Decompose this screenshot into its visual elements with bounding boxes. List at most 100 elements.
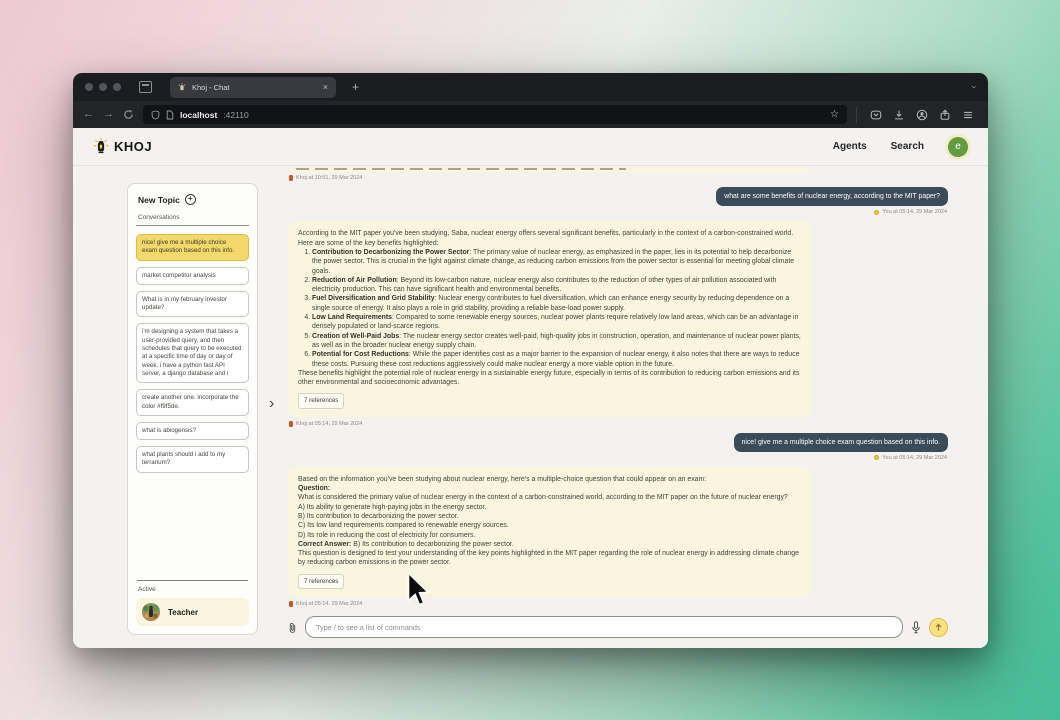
list-item: Contribution to Decarbonizing the Power … [312,248,801,276]
url-port: :42110 [223,110,248,120]
list-item: Potential for Cost Reductions: While the… [312,350,801,369]
message-outro: This question is designed to test your u… [298,549,801,568]
conversation-item[interactable]: i'm designing a system that takes a user… [136,323,249,383]
send-up-arrow-icon [934,623,943,632]
you-icon [874,455,879,460]
window-minimize-button[interactable] [99,83,107,91]
tab-khoj-chat[interactable]: Khoj - Chat × [170,77,336,98]
browser-toolbar: ← → localhost :42110 ☆ [73,101,988,128]
answer-line: Correct Answer: B) Its contribution to d… [298,540,801,549]
pocket-icon[interactable] [870,109,882,121]
teacher-avatar [142,603,160,621]
khoj-favicon-icon [178,83,186,92]
tab-close-icon[interactable]: × [323,82,328,92]
conversation-item[interactable]: What is in my february investor update? [136,291,249,318]
chat-area: Khoj at 10:51, 29 Mar 2024 what are some… [288,166,948,648]
khoj-logo[interactable]: KHOJ [93,138,152,155]
user-message: nice! give me a multiple choice exam que… [734,433,948,452]
tab-title: Khoj - Chat [192,83,317,92]
conversation-item[interactable]: what plants should i add to my terrarium… [136,446,249,473]
partial-khoj-message [288,168,811,172]
message-timestamp: Khoj at 10:51, 29 Mar 2024 [289,175,948,181]
toolbar-divider [856,107,857,123]
chat-input[interactable] [305,616,903,638]
microphone-icon[interactable] [911,621,921,634]
tab-strip: Khoj - Chat × + › [73,73,988,101]
tracking-protection-shield-icon[interactable] [151,110,160,120]
message-list: Khoj at 10:51, 29 Mar 2024 what are some… [288,168,948,613]
you-icon [874,210,879,215]
active-label: Active [138,586,247,593]
app-header: KHOJ Agents Search e [73,128,988,166]
user-avatar[interactable]: e [948,137,968,157]
chat-input-bar [288,613,948,648]
sidebar-collapse-chevron-icon[interactable]: › [269,396,274,412]
option: B) Its contribution to decarbonizing the… [298,512,801,521]
conversations-label: Conversations [136,214,249,226]
new-topic-plus-icon: + [185,194,196,205]
khoj-agent-icon [289,175,293,181]
active-agent-name: Teacher [168,608,198,617]
user-message: what are some benefits of nuclear energy… [716,187,948,206]
message-timestamp: You at 05:14, 29 Mar 2024 [874,209,947,215]
new-topic-label: New Topic [138,195,180,205]
message-intro: According to the MIT paper you've been s… [298,229,801,238]
list-item: Fuel Diversification and Grid Stability:… [312,294,801,313]
question-text: What is considered the primary value of … [298,493,801,502]
toolbar-right-icons [866,109,978,121]
forward-button[interactable]: → [103,109,114,120]
url-host: localhost [180,110,217,120]
list-item: Reduction of Air Pollution: Beyond its l… [312,276,801,295]
menu-icon[interactable] [962,109,974,121]
list-item: Creation of Well-Paid Jobs: The nuclear … [312,332,801,351]
tab-list-chevron-icon[interactable]: › [970,86,980,89]
message-intro: Based on the information you've been stu… [298,475,801,484]
account-icon[interactable] [916,109,928,121]
message-timestamp: You at 05:14, 29 Mar 2024 [874,455,947,461]
send-button[interactable] [929,618,948,637]
reload-button[interactable] [123,109,134,120]
back-button[interactable]: ← [83,109,94,120]
message-timestamp: Khoj at 05:14, 29 Mar 2024 [289,421,948,427]
conversation-item[interactable]: market competitor analysis [136,267,249,285]
references-button[interactable]: 7 references [298,574,344,589]
new-tab-button[interactable]: + [352,80,359,94]
sidebar-divider [137,580,248,581]
conversation-sidebar: New Topic + Conversations nice! give me … [127,183,258,635]
conversation-item[interactable]: nice! give me a multiple choice exam que… [136,234,249,261]
references-button[interactable]: 7 references [298,393,344,408]
message-outro: These benefits highlight the potential r… [298,369,801,388]
option: A) Its ability to generate high-paying j… [298,503,801,512]
download-icon[interactable] [893,109,905,121]
khoj-lantern-icon [93,138,109,155]
new-topic-button[interactable]: New Topic + [138,194,247,205]
option: D) Its role in reducing the cost of elec… [298,531,801,540]
khoj-message: According to the MIT paper you've been s… [288,221,811,416]
message-intro: Here are some of the key benefits highli… [298,239,801,248]
nav-agents[interactable]: Agents [833,141,867,152]
question-label: Question: [298,484,801,493]
page-info-icon[interactable] [166,110,174,120]
conversation-item[interactable]: what is abiogensis? [136,422,249,440]
attach-paperclip-icon[interactable] [288,621,297,634]
window-zoom-button[interactable] [113,83,121,91]
khoj-agent-icon [289,421,293,427]
browser-window: Khoj - Chat × + › ← → localhost :42110 ☆ [73,73,988,648]
nav-search[interactable]: Search [891,141,924,152]
khoj-agent-icon [289,601,293,607]
mouse-cursor [405,572,431,608]
tab-overview-icon[interactable] [139,81,152,93]
benefits-list: Contribution to Decarbonizing the Power … [298,248,801,369]
window-close-button[interactable] [85,83,93,91]
bookmark-star-icon[interactable]: ☆ [830,109,839,120]
option: C) Its low land requirements compared to… [298,521,801,530]
khoj-app: KHOJ Agents Search e New Topic + Convers… [73,128,988,648]
active-agent-row[interactable]: Teacher [136,598,249,626]
conversation-item[interactable]: create another one. incorporate the colo… [136,389,249,416]
khoj-message: Based on the information you've been stu… [288,467,811,597]
share-icon[interactable] [939,109,951,121]
url-bar[interactable]: localhost :42110 ☆ [143,105,847,124]
list-item: Low Land Requirements: Compared to some … [312,313,801,332]
brand-name: KHOJ [114,139,152,154]
message-timestamp: Khoj at 05:14, 29 Mar 2024 [289,601,948,607]
